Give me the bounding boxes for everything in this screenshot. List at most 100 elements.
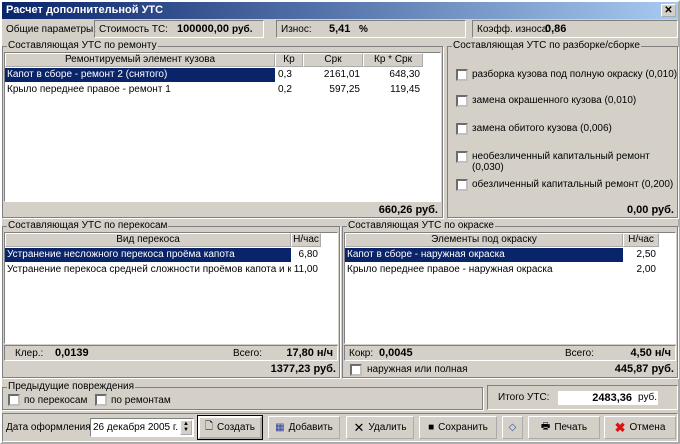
option-label: обезличенный капитальный ремонт (0,200) [472,179,674,190]
option-label: необезличенный капитальный ремонт (0,030… [472,151,650,173]
wear-value: 5,41 [329,23,351,35]
checkbox-label: по ремонтам [111,395,171,406]
date-picker[interactable]: 26 декабря 2005 г. ▲ ▼ [90,418,194,437]
itog-label: Итого УТС: [498,392,550,403]
row-hours: 6,80 [298,249,318,260]
itog-unit: руб. [638,392,658,403]
col-header-kr-crk[interactable]: Кр * Срк [363,53,423,67]
button-label: Удалить [368,422,407,433]
floppy-icon: ■ [428,422,435,433]
checkbox[interactable] [95,394,107,406]
cancel-button[interactable]: ✖ Отмена [604,416,676,439]
row-kr-crk: 648,30 [389,69,420,80]
wear-label: Износ: [281,24,312,35]
row-crk: 597,25 [329,84,360,95]
repair-table[interactable]: Ремонтируемый элемент кузова Кр Срк Кр *… [4,52,441,202]
k-value: 0,0139 [55,347,89,359]
create-button[interactable]: 🗋 Создать [197,415,263,440]
print-button[interactable]: 🖶 Печать [528,416,600,439]
col-header-crk[interactable]: Срк [303,53,363,67]
row-crk: 2161,01 [323,69,360,80]
coef-value: 0,86 [545,23,567,35]
k-value: 0,0045 [379,347,413,359]
row-kr-crk: 119,45 [390,84,420,95]
button-label: Сохранить [438,422,488,433]
option-label: замена обитого кузова (0,006) [472,123,612,134]
grid-add-icon: ▦ [275,422,285,433]
cost-value: 100000,00 [177,23,229,35]
checkbox[interactable] [456,69,468,81]
skew-summary: Клер.: 0,0139 Всего: 17,80 н/ч [4,345,338,361]
assembly-caption: Составляющая УТС по разборке/сборке [452,40,641,51]
sum-value: 4,50 н/ч [630,347,671,359]
itog-value: 2483,36 [592,392,632,404]
paint-total: 445,87 руб. [614,363,674,375]
row-paint-element: Капот в сборе - наружная окраска [345,248,623,262]
paint-table[interactable]: Элементы под окраску Н/час Капот в сборе… [344,232,676,344]
row-hours: 2,00 [636,264,656,275]
sum-value: 17,80 н/ч [286,347,333,359]
window-title: Расчет дополнительной УТС [6,4,164,16]
checkbox[interactable] [456,151,468,163]
sum-label: Всего: [233,348,262,359]
checkbox[interactable] [456,179,468,191]
sum-label: Всего: [565,348,594,359]
checkbox-label: наружная или полная [367,364,468,375]
wear-unit: % [359,24,368,35]
col-header-kr[interactable]: Кр [275,53,303,67]
k-label: Кокр: [349,348,374,359]
red-x-icon: ✖ [614,419,626,435]
row-paint-element: Крыло переднее правое - наружная окраска [347,264,553,275]
col-header-element[interactable]: Ремонтируемый элемент кузова [5,53,275,67]
skew-total: 1377,23 руб. [270,363,336,375]
col-header-paint-element[interactable]: Элементы под окраску [345,233,623,247]
close-button[interactable]: ✕ [661,4,676,17]
paint-caption: Составляющая УТС по окраске [347,220,495,231]
k-label: Клер.: [15,348,44,359]
cost-label: Стоимость ТС: [99,24,168,35]
printer-icon: 🖶 [540,421,551,432]
params-label: Общие параметры: [6,24,96,35]
col-header-hours[interactable]: Н/час [291,233,321,247]
checkbox[interactable] [456,95,468,107]
repair-total: 660,26 руб. [378,204,438,216]
date-value: 26 декабря 2005 г. [93,422,179,433]
save-button[interactable]: ■ Сохранить [419,416,497,439]
spin-arrows-icon[interactable]: ▲ ▼ [180,420,192,435]
assembly-total: 0,00 руб. [626,204,674,216]
eraser-icon: ◇ [508,422,517,433]
cost-unit: руб. [232,24,253,35]
button-label: Создать [217,422,256,433]
checkbox[interactable] [350,364,362,376]
date-label: Дата оформления: [6,422,94,433]
row-element: Капот в сборе - ремонт 2 (снятого) [5,68,275,82]
button-label: Печать [554,422,588,433]
option-label: замена окрашенного кузова (0,010) [472,95,637,106]
row-hours: 2,50 [636,249,656,260]
col-header-hours[interactable]: Н/час [623,233,659,247]
checkbox[interactable] [8,394,20,406]
row-kr: 0,3 [278,69,292,80]
eraser-button[interactable]: ◇ [502,416,523,439]
x-icon: ✕ [353,419,365,435]
coef-label: Коэфф. износа: [477,24,551,35]
cost-panel: Стоимость ТС: 100000,00 руб. [94,20,264,38]
add-button[interactable]: ▦ Добавить [268,416,340,439]
checkbox[interactable] [456,123,468,135]
button-label: Отмена [629,422,666,433]
skew-table[interactable]: Вид перекоса Н/час Устранение несложного… [4,232,338,344]
row-kr: 0,2 [278,84,292,95]
new-document-icon: 🗋 [204,421,214,432]
coef-panel: Коэфф. износа: 0,86 [472,20,678,38]
skew-caption: Составляющая УТС по перекосам [7,220,169,231]
repair-caption: Составляющая УТС по ремонту [7,40,158,51]
prev-caption: Предыдущие повреждения [7,381,136,392]
row-skew-type: Устранение перекоса средней сложности пр… [7,264,291,275]
row-skew-type: Устранение несложного перекоса проёма ка… [5,248,291,262]
title-bar: Расчет дополнительной УТС [2,2,678,19]
col-header-skew-type[interactable]: Вид перекоса [5,233,291,247]
delete-button[interactable]: ✕ Удалить [346,416,414,439]
row-element: Крыло переднее правое - ремонт 1 [7,84,171,95]
option-label: разборка кузова под полную окраску (0,01… [472,69,678,80]
button-label: Добавить [288,422,333,433]
